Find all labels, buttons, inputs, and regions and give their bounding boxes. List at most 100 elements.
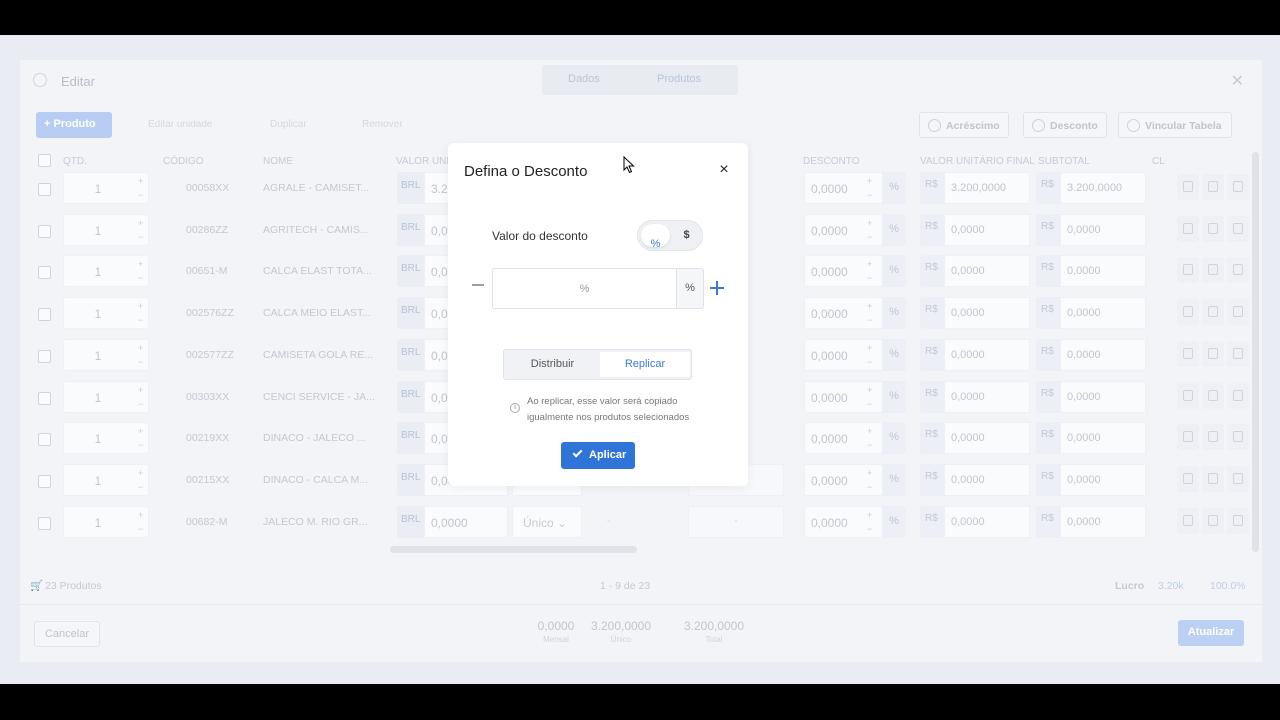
discount-stepper[interactable]: + − <box>867 257 872 285</box>
discount-stepper[interactable]: + − <box>867 383 872 411</box>
product-code: 002577ZZ <box>186 348 234 361</box>
row-checkbox[interactable] <box>38 474 51 488</box>
copy-row-button[interactable] <box>1202 465 1224 492</box>
lucro-value: 3.20k <box>1158 580 1184 592</box>
pager[interactable]: 1 - 9 de 23 <box>600 580 650 592</box>
qty-stepper[interactable]: + − <box>138 257 143 285</box>
qty-field[interactable]: 1 <box>63 297 149 330</box>
unit-value-field[interactable]: 0,0000 <box>424 505 508 538</box>
delete-row-button[interactable] <box>1227 174 1249 200</box>
edit-row-button[interactable] <box>1177 340 1199 367</box>
tab-produtos[interactable]: Produtos <box>657 73 701 85</box>
unit-select[interactable]: Único ⌄ <box>512 505 582 538</box>
qty-field[interactable]: 1 <box>63 255 149 288</box>
acrescimo-button[interactable]: Acréscimo <box>919 112 1009 138</box>
copy-row-button[interactable] <box>1202 507 1224 534</box>
edit-row-button[interactable] <box>1177 507 1199 534</box>
duplicate-button[interactable]: Duplicar <box>270 119 307 130</box>
qty-stepper[interactable]: + − <box>138 508 143 536</box>
qty-stepper[interactable]: + − <box>138 216 143 244</box>
qty-field[interactable]: 1 <box>63 338 149 371</box>
qty-field[interactable]: 1 <box>63 380 149 413</box>
qty-stepper[interactable]: + − <box>138 466 143 494</box>
copy-row-button[interactable] <box>1202 215 1224 242</box>
discount-stepper[interactable]: + − <box>867 216 872 244</box>
tab-dados[interactable]: Dados <box>568 73 600 85</box>
row-checkbox[interactable] <box>38 391 51 405</box>
delete-row-button[interactable] <box>1227 299 1249 326</box>
qty-stepper[interactable]: + − <box>138 341 143 369</box>
final-value-field: 0,0000 <box>944 380 1030 413</box>
row-checkbox[interactable] <box>38 433 51 447</box>
qty-field[interactable]: 1 <box>63 505 149 538</box>
vertical-scrollbar[interactable] <box>1252 152 1259 552</box>
qty-stepper[interactable]: + − <box>138 174 143 202</box>
copy-icon <box>1208 389 1218 401</box>
select-all-checkbox[interactable] <box>38 154 51 167</box>
copy-row-button[interactable] <box>1202 424 1224 451</box>
segment-distribuir[interactable]: Distribuir <box>506 352 599 377</box>
desconto-button[interactable]: Desconto <box>1023 112 1107 138</box>
edit-row-button[interactable] <box>1177 215 1199 242</box>
qty-field[interactable]: 1 <box>63 172 149 204</box>
discount-stepper[interactable]: + − <box>867 424 872 452</box>
edit-row-button[interactable] <box>1177 382 1199 409</box>
row-checkbox[interactable] <box>38 516 51 530</box>
copy-row-button[interactable] <box>1202 299 1224 326</box>
delete-row-button[interactable] <box>1227 257 1249 284</box>
qty-field[interactable]: 1 <box>63 213 149 246</box>
delete-row-button[interactable] <box>1227 215 1249 242</box>
add-product-button[interactable]: + Produto <box>36 112 112 138</box>
decrement-icon[interactable] <box>470 277 486 293</box>
copy-row-button[interactable] <box>1202 382 1224 409</box>
row-checkbox[interactable] <box>38 308 51 322</box>
copy-row-button[interactable] <box>1202 340 1224 367</box>
product-code: 00058XX <box>186 182 230 194</box>
segment-replicar[interactable]: Replicar <box>600 352 690 377</box>
discount-stepper[interactable]: + − <box>867 341 872 369</box>
edit-icon <box>1183 431 1193 443</box>
edit-row-button[interactable] <box>1177 424 1199 451</box>
copy-row-button[interactable] <box>1202 257 1224 284</box>
discount-stepper[interactable]: + − <box>867 508 872 536</box>
vincular-tabela-button[interactable]: Vincular Tabela <box>1118 112 1232 138</box>
product-code: 00215XX <box>186 473 230 486</box>
qty-stepper[interactable]: + − <box>138 383 143 411</box>
edit-row-button[interactable] <box>1177 174 1199 200</box>
delete-row-button[interactable] <box>1227 507 1249 534</box>
modal-close-icon[interactable]: × <box>716 162 732 178</box>
horizontal-scrollbar[interactable] <box>390 546 637 553</box>
qty-stepper[interactable]: + − <box>138 299 143 327</box>
discount-stepper[interactable]: + − <box>867 174 872 202</box>
delete-row-button[interactable] <box>1227 382 1249 409</box>
delete-row-button[interactable] <box>1227 465 1249 492</box>
discount-pct-badge: % <box>882 172 906 204</box>
row-checkbox[interactable] <box>38 266 51 280</box>
row-checkbox[interactable] <box>38 183 51 196</box>
row-checkbox[interactable] <box>38 349 51 363</box>
subtotal-field: 0,0000 <box>1060 422 1146 455</box>
copy-row-button[interactable] <box>1202 174 1224 200</box>
edit-row-button[interactable] <box>1177 257 1199 284</box>
qty-field[interactable]: 1 <box>63 463 149 496</box>
edit-row-button[interactable] <box>1177 299 1199 326</box>
cancel-button[interactable]: Cancelar <box>34 621 100 647</box>
qty-field[interactable]: 1 <box>63 422 149 455</box>
delete-row-button[interactable] <box>1227 340 1249 367</box>
discount-value-input[interactable] <box>492 268 677 309</box>
apply-button[interactable]: Aplicar <box>561 442 635 469</box>
update-button[interactable]: Atualizar <box>1178 620 1244 646</box>
discount-stepper[interactable]: + − <box>867 466 872 494</box>
qty-stepper[interactable]: + − <box>138 424 143 452</box>
product-name: CENCI SERVICE - JA... <box>263 390 375 403</box>
discount-stepper[interactable]: + − <box>867 299 872 327</box>
increment-icon[interactable] <box>709 280 725 296</box>
delete-row-button[interactable] <box>1227 424 1249 451</box>
toggle-percent[interactable]: % <box>641 224 670 250</box>
remove-button[interactable]: Remover <box>362 119 403 130</box>
row-checkbox[interactable] <box>38 224 51 238</box>
panel-close-icon[interactable]: ✕ <box>1231 71 1244 91</box>
toggle-currency[interactable]: $ <box>672 224 701 247</box>
edit-row-button[interactable] <box>1177 465 1199 492</box>
edit-unit-button[interactable]: Editar unidade <box>148 119 213 130</box>
